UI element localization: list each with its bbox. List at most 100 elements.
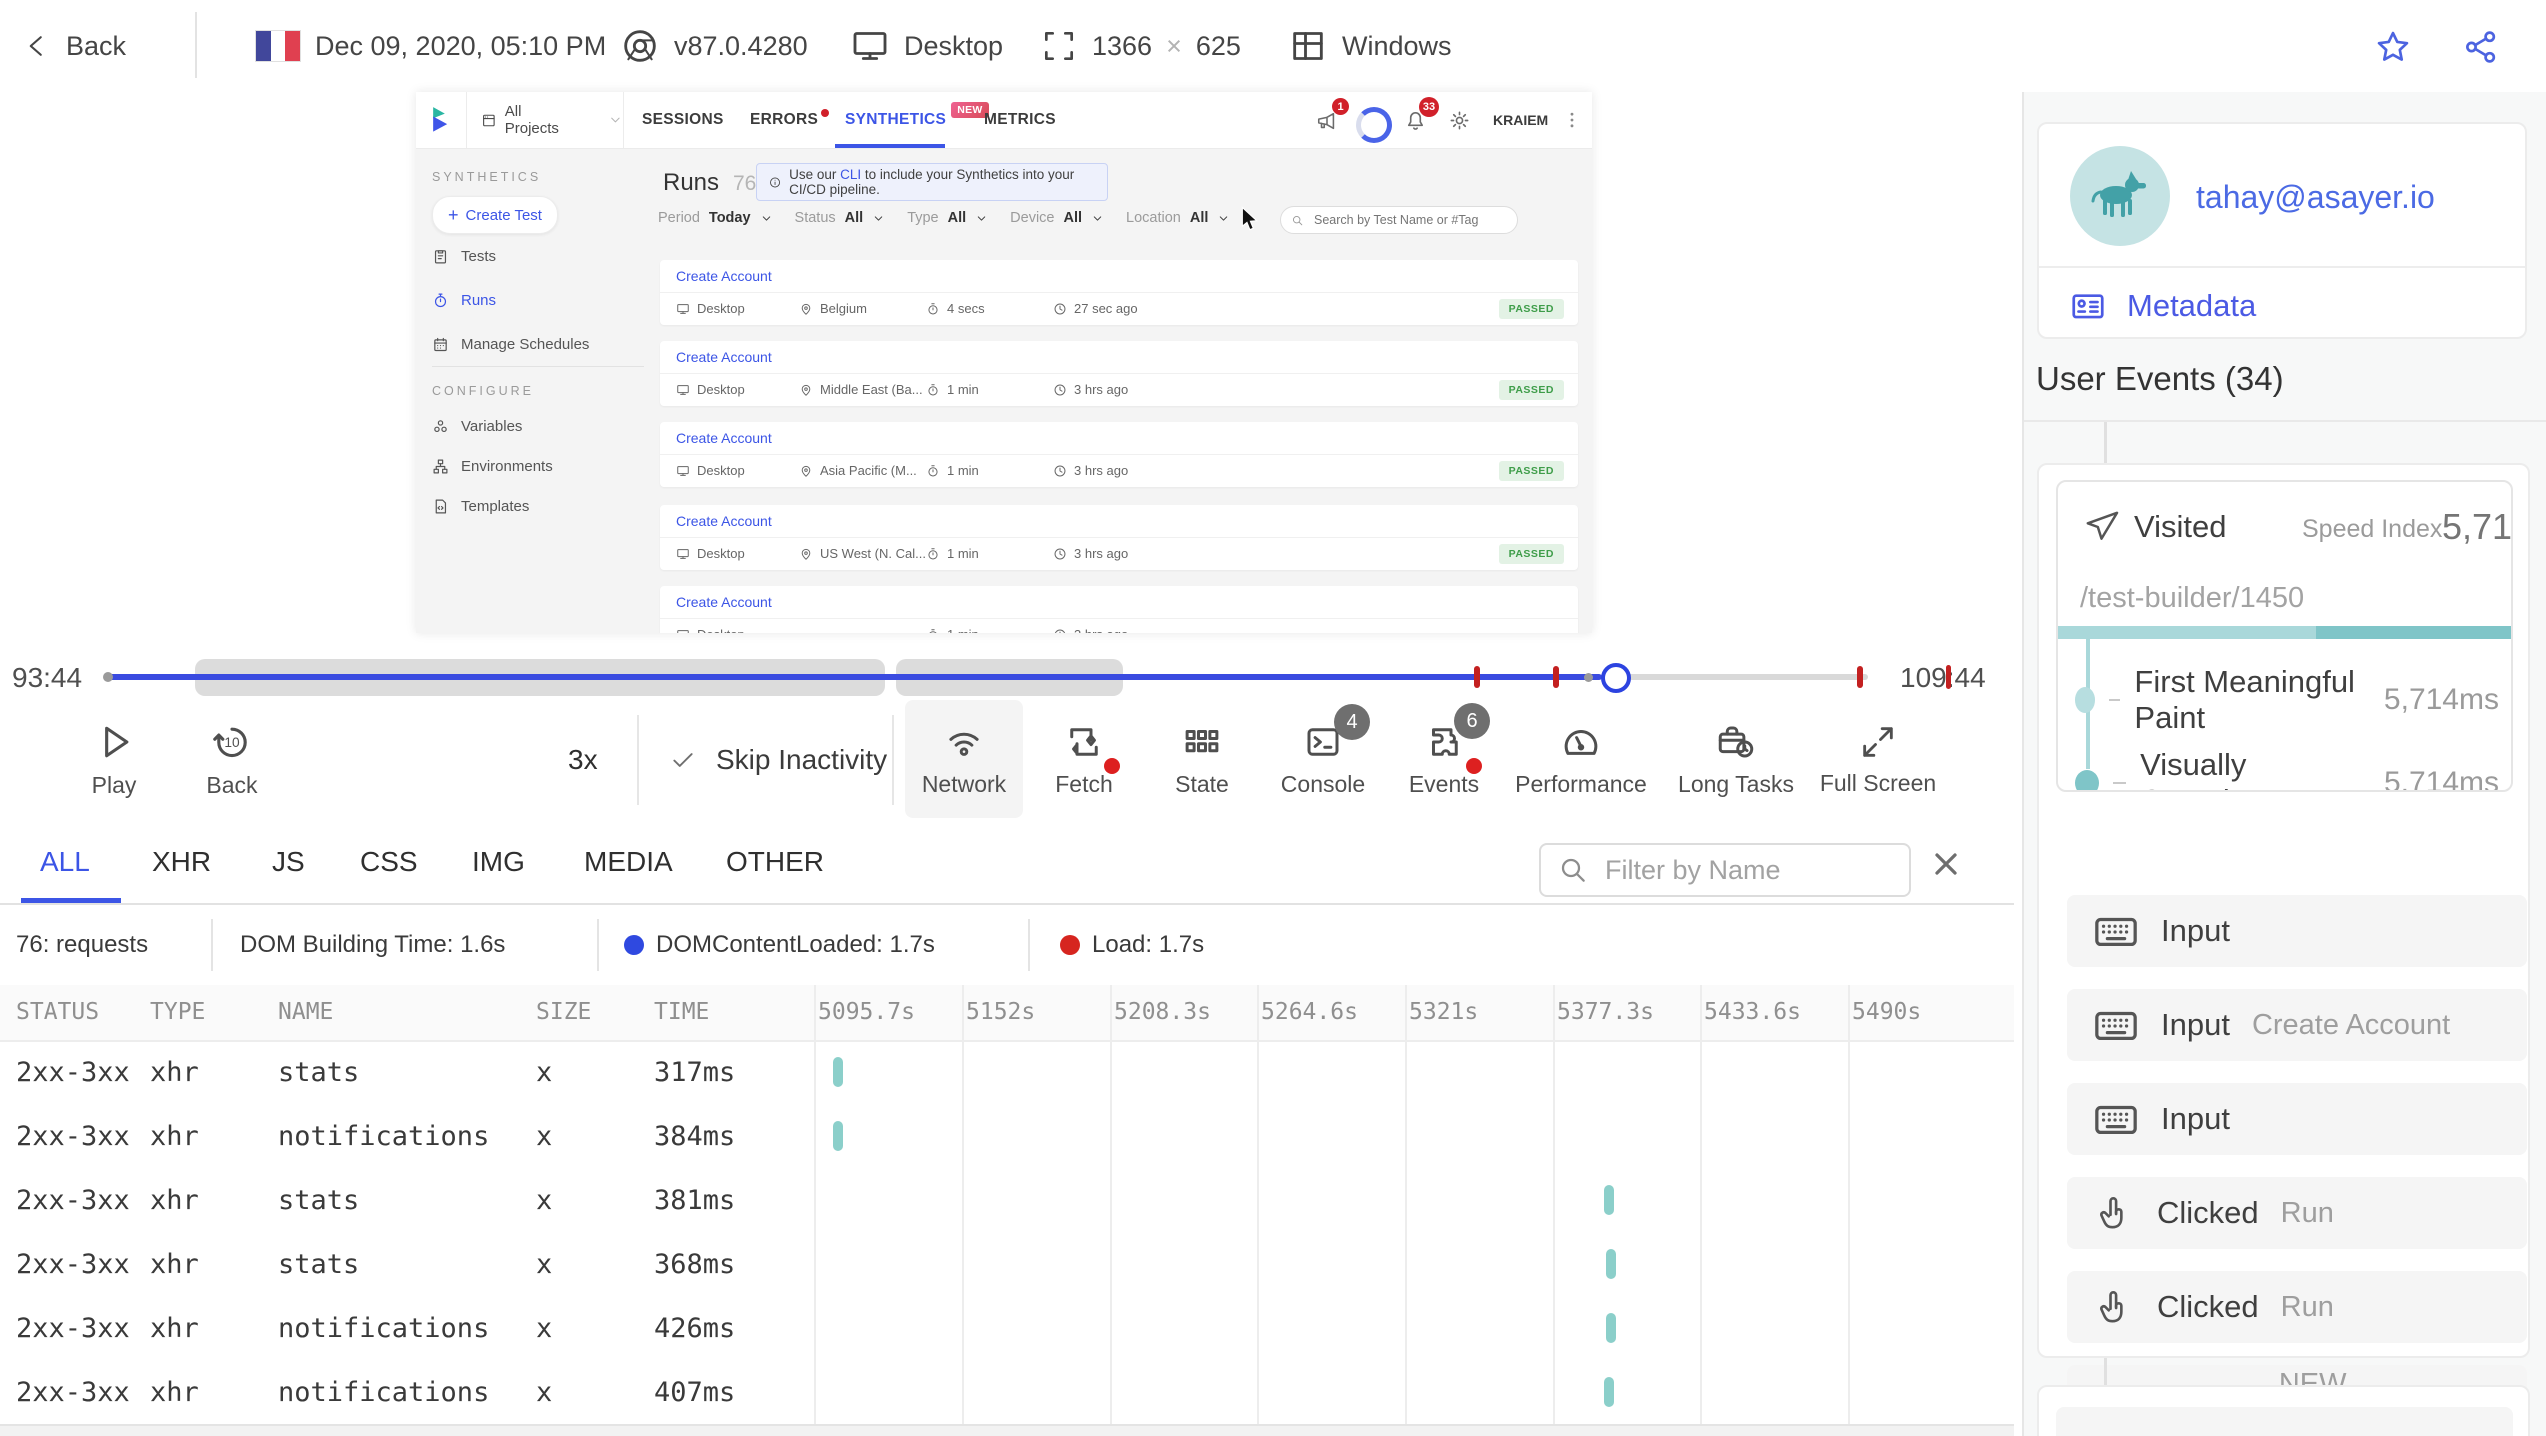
file-code-icon [432, 498, 449, 515]
status-badge: PASSED [1499, 461, 1564, 481]
chevron-down-icon [760, 212, 773, 225]
network-request-row[interactable]: 2xx-3xxxhrnotificationsx407ms [0, 1360, 2014, 1424]
network-tab-js[interactable]: JS [272, 820, 305, 904]
network-request-row[interactable]: 2xx-3xxxhrnotificationsx384ms [0, 1104, 2014, 1168]
runs-search[interactable] [1280, 206, 1518, 234]
back-button[interactable]: Back [22, 0, 126, 92]
run-card[interactable]: Create Account Desktop Belgium 4 secs 27… [660, 260, 1578, 325]
sidebar-item-environments[interactable]: Environments [432, 458, 553, 475]
event-action: Input [2161, 913, 2230, 949]
project-selector[interactable]: All Projects [466, 92, 624, 148]
console-panel-button[interactable]: Console 4 [1268, 700, 1378, 818]
favorite-star-icon[interactable] [2374, 28, 2412, 66]
metric-name: Visually Complete [2140, 747, 2370, 792]
timeline-played-track[interactable] [108, 674, 1602, 680]
user-event-clicked[interactable]: Clicked Run [2067, 1177, 2527, 1249]
settings-gear-icon[interactable] [1448, 109, 1471, 132]
col-time: TIME [654, 999, 709, 1025]
run-card[interactable]: Create Account Desktop US West (N. Cal..… [660, 505, 1578, 570]
filter-by-name-input[interactable] [1603, 854, 1887, 887]
sidebar-item-variables[interactable]: Variables [432, 418, 522, 435]
tab-errors[interactable]: ERRORS [750, 92, 829, 148]
time-tick: 5490s [1852, 999, 1921, 1025]
map-pin-icon [799, 383, 813, 397]
run-card[interactable]: Create Account Desktop Asia Pacific (M..… [660, 422, 1578, 487]
run-name[interactable]: Create Account [676, 260, 772, 292]
network-request-row[interactable]: 2xx-3xxxhrstatsx368ms [0, 1232, 2014, 1296]
play-button[interactable]: Play [76, 700, 152, 818]
network-request-row[interactable]: 2xx-3xxxhrnotificationsx426ms [0, 1296, 2014, 1360]
filter-by-name-box[interactable] [1539, 843, 1911, 897]
sidebar-item-templates[interactable]: Templates [432, 498, 529, 515]
runs-search-input[interactable] [1312, 212, 1506, 228]
divider [2024, 420, 2546, 422]
cli-link[interactable]: CLI [840, 167, 861, 182]
network-tab-xhr[interactable]: XHR [152, 820, 211, 904]
run-card[interactable]: Create Account Desktop 1 min 3 hrs ago [660, 586, 1578, 633]
metadata-button[interactable]: Metadata [2069, 287, 2256, 325]
user-event-clicked[interactable]: Clicked Run [2067, 1271, 2527, 1343]
skip-inactivity-checkbox[interactable]: Skip Inactivity [670, 744, 887, 776]
visited-event-card[interactable]: Visited Speed Index 5,714 /test-builder/… [2056, 480, 2513, 792]
divider [1028, 919, 1030, 971]
user-event-input[interactable]: Input [2067, 1083, 2527, 1155]
network-tab-css[interactable]: CSS [360, 820, 418, 904]
filter-status[interactable]: StatusAll [795, 210, 886, 226]
filter-period[interactable]: PeriodToday [658, 210, 773, 226]
run-name[interactable]: Create Account [676, 505, 772, 537]
timeline-scrubber[interactable] [1601, 663, 1631, 693]
run-location: Belgium [799, 292, 867, 325]
runs-count: 76 [733, 172, 756, 196]
state-label: State [1175, 771, 1229, 798]
stopwatch-icon [926, 383, 940, 397]
sidebar-item-runs-active[interactable]: Runs [432, 292, 496, 309]
horizontal-scrollbar[interactable] [0, 1424, 2014, 1436]
performance-panel-button[interactable]: Performance [1508, 700, 1654, 818]
run-time-ago: 3 hrs ago [1053, 618, 1128, 633]
network-tab-img[interactable]: IMG [472, 820, 525, 904]
sidebar-item-manage-schedules[interactable]: Manage Schedules [432, 336, 589, 353]
network-request-row[interactable]: 2xx-3xxxhrstatsx381ms [0, 1168, 2014, 1232]
fetch-panel-button[interactable]: Fetch [1034, 700, 1134, 818]
filter-type[interactable]: TypeAll [907, 210, 988, 226]
run-name[interactable]: Create Account [676, 586, 772, 618]
request-timing-bar [1606, 1249, 1616, 1279]
close-panel-icon[interactable] [1928, 846, 1964, 882]
events-panel-button[interactable]: Events 6 [1392, 700, 1496, 818]
run-name[interactable]: Create Account [676, 341, 772, 373]
share-icon[interactable] [2462, 28, 2500, 66]
network-tab-all[interactable]: ALL [40, 820, 90, 904]
user-email-link[interactable]: tahay@asayer.io [2196, 179, 2435, 216]
timeline-remaining-track[interactable] [1602, 674, 1868, 680]
variables-icon [432, 418, 449, 435]
user-event-input[interactable]: Input [2067, 895, 2527, 967]
top-bar: Back Dec 09, 2020, 05:10 PM v87.0.4280 D… [0, 0, 2546, 92]
event-marker[interactable] [1553, 666, 1559, 688]
monitor-icon [676, 383, 690, 397]
kebab-menu-icon[interactable] [1562, 109, 1582, 131]
tab-synthetics-active[interactable]: SYNTHETICSNEW [845, 92, 989, 148]
speed-toggle[interactable]: 3x [568, 744, 598, 776]
user-event-input[interactable]: Input Create Account [2067, 989, 2527, 1061]
run-card[interactable]: Create Account Desktop Middle East (Ba..… [660, 341, 1578, 406]
network-tab-media[interactable]: MEDIA [584, 820, 673, 904]
run-name[interactable]: Create Account [676, 422, 772, 454]
status-badge: PASSED [1499, 299, 1564, 319]
state-panel-button[interactable]: State [1152, 700, 1252, 818]
create-test-button[interactable]: +Create Test [432, 196, 558, 234]
event-marker[interactable] [1474, 666, 1480, 688]
network-tab-other[interactable]: OTHER [726, 820, 824, 904]
filter-location[interactable]: LocationAll [1126, 210, 1230, 226]
sidebar-item-tests[interactable]: Tests [432, 248, 496, 265]
filter-device[interactable]: DeviceAll [1010, 210, 1104, 226]
full-screen-button[interactable]: Full Screen [1810, 700, 1946, 818]
network-panel-button-active[interactable]: Network [905, 700, 1023, 818]
long-tasks-panel-button[interactable]: Long Tasks [1666, 700, 1806, 818]
network-request-row[interactable]: 2xx-3xxxhrstatsx317ms [0, 1040, 2014, 1104]
calendar-icon [432, 336, 449, 353]
tab-sessions[interactable]: SESSIONS [642, 92, 724, 148]
user-menu[interactable]: KRAIEM [1493, 112, 1548, 128]
back-10s-button[interactable]: 10 Back [194, 700, 270, 818]
event-marker[interactable] [1857, 666, 1863, 688]
tab-metrics[interactable]: METRICS [984, 92, 1056, 148]
